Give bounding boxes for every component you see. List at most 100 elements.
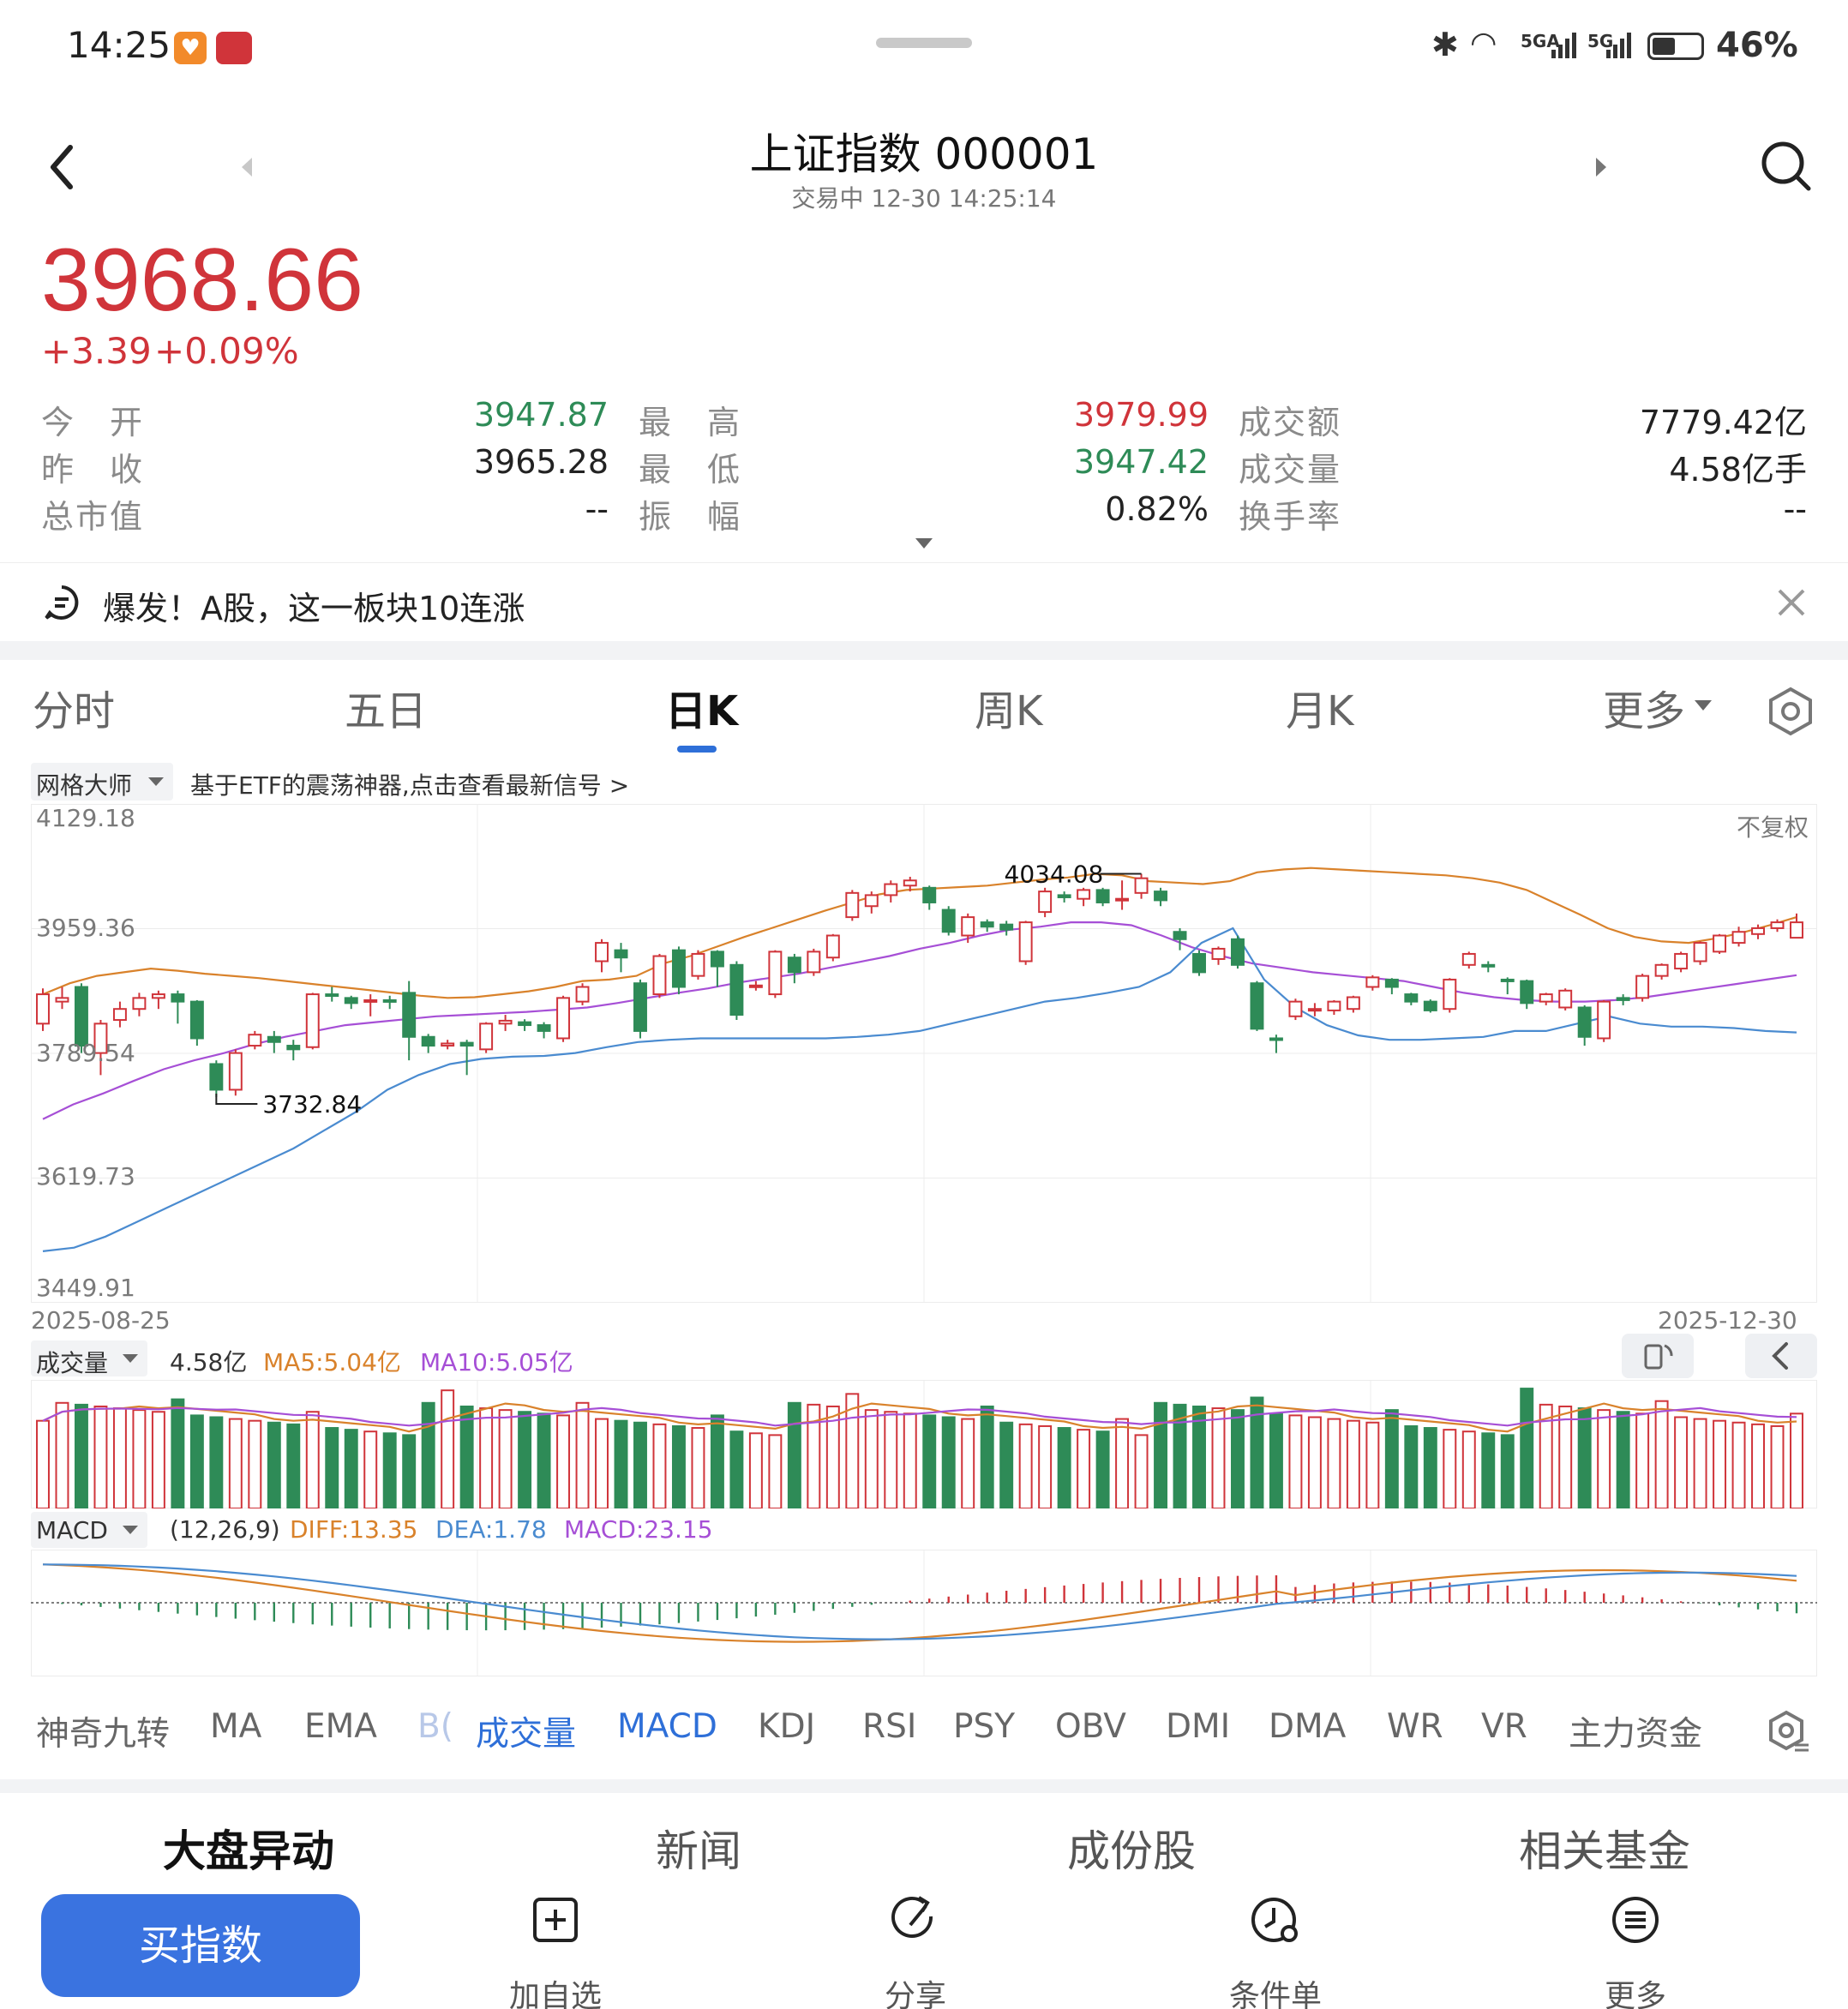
macd-chart[interactable]	[31, 1550, 1817, 1676]
indicator-rsi[interactable]: RSI	[862, 1707, 916, 1746]
tab-constituents[interactable]: 成份股	[1067, 1817, 1196, 1879]
macd-name: MACD	[36, 1516, 108, 1544]
indicator-main-capital[interactable]: 主力资金	[1569, 1707, 1702, 1755]
tab-weekly-k[interactable]: 周K	[975, 677, 1042, 746]
candle	[1173, 927, 1187, 951]
indicator-wr[interactable]: WR	[1387, 1707, 1443, 1746]
indicator-ema[interactable]: EMA	[304, 1707, 377, 1746]
volume-bar	[1693, 1418, 1707, 1508]
candle-body	[941, 909, 956, 933]
indicator-boll[interactable]: B(	[417, 1707, 453, 1746]
indicator-nine-turn[interactable]: 神奇九转	[36, 1707, 170, 1755]
candle-body	[671, 949, 686, 988]
tab-monthly-k[interactable]: 月K	[1286, 677, 1353, 746]
menu-circle-icon	[1612, 1897, 1659, 1943]
stat-label-low: 最 低	[639, 451, 742, 489]
candle-body	[1751, 927, 1766, 935]
date-start-label: 2025-08-25	[31, 1306, 171, 1334]
volume-bar	[941, 1416, 956, 1508]
rotate-chart-button[interactable]	[1622, 1334, 1694, 1378]
candle-body	[999, 923, 1014, 931]
candlestick-chart[interactable]: 4034.08 3732.84	[31, 804, 1817, 1303]
candle	[595, 939, 609, 973]
prev-index-button[interactable]	[238, 156, 255, 178]
search-button[interactable]	[1759, 139, 1814, 194]
condition-order-button[interactable]: 条件单	[1190, 1892, 1361, 2009]
candle-body	[1018, 921, 1033, 963]
volume-bar	[903, 1412, 917, 1508]
chart-settings-button[interactable]	[1767, 686, 1814, 737]
volume-bar	[787, 1401, 801, 1508]
indicator-dma[interactable]: DMA	[1269, 1707, 1346, 1746]
indicator-vr[interactable]: VR	[1481, 1707, 1527, 1746]
candle-body	[1539, 993, 1553, 1003]
volume-caret-icon	[122, 1353, 139, 1364]
tab-related-funds[interactable]: 相关基金	[1519, 1817, 1690, 1879]
section-divider	[0, 1779, 1848, 1793]
tab-news[interactable]: 新闻	[656, 1817, 741, 1879]
indicator-dmi[interactable]: DMI	[1166, 1707, 1230, 1746]
tab-daily-k[interactable]: 日K	[665, 677, 738, 746]
grid-tool-dropdown[interactable]: 网格大师	[31, 763, 173, 801]
expand-stats-button[interactable]	[914, 537, 934, 550]
volume-chart[interactable]	[31, 1380, 1817, 1508]
candle	[286, 1040, 301, 1061]
candle	[305, 993, 320, 1050]
volume-bar	[999, 1421, 1014, 1508]
volume-bar	[537, 1412, 551, 1508]
adjust-mode-label[interactable]: 不复权	[1737, 809, 1809, 843]
indicator-ma[interactable]: MA	[210, 1707, 261, 1746]
volume-bar	[402, 1434, 417, 1508]
candle-body	[1443, 978, 1457, 1010]
search-icon	[1761, 141, 1811, 191]
candle-body	[36, 993, 50, 1025]
indicator-psy[interactable]: PSY	[953, 1707, 1015, 1746]
tab-more[interactable]: 更多	[1603, 677, 1685, 746]
price-change: +3.39	[41, 330, 152, 372]
indicator-macd[interactable]: MACD	[617, 1707, 717, 1746]
add-watchlist-button[interactable]: 加自选	[470, 1892, 641, 2009]
share-button[interactable]: 分享	[830, 1892, 1001, 2009]
tab-market-moves[interactable]: 大盘异动	[163, 1817, 334, 1879]
candle-body	[652, 955, 667, 996]
buy-index-button[interactable]: 买指数	[41, 1894, 360, 1997]
candle	[1713, 933, 1727, 954]
candle	[1616, 994, 1630, 1005]
next-index-button[interactable]	[1593, 156, 1610, 178]
candle	[1018, 921, 1033, 965]
volume-bar	[93, 1405, 108, 1508]
candle-body	[55, 997, 69, 1003]
macd-dropdown[interactable]: MACD	[31, 1512, 147, 1548]
volume-bar	[151, 1411, 165, 1508]
tab-five-day[interactable]: 五日	[345, 677, 427, 746]
indicator-kdj[interactable]: KDJ	[758, 1707, 815, 1746]
close-banner-button[interactable]	[1774, 585, 1809, 620]
candle	[729, 961, 744, 1021]
candle-body	[787, 957, 801, 974]
candle	[112, 1001, 127, 1028]
volume-bar	[36, 1419, 50, 1508]
news-banner[interactable]: 爆发！A股，这一板块10连涨	[0, 562, 1848, 641]
grid-tool-promo[interactable]: 基于ETF的震荡神器,点击查看最新信号 >	[190, 767, 629, 801]
more-actions-button[interactable]: 更多	[1550, 1892, 1721, 2009]
candle	[1539, 993, 1553, 1005]
indicator-settings-button[interactable]	[1766, 1709, 1812, 1755]
tab-intraday[interactable]: 分时	[33, 677, 115, 746]
signal-icon-2	[1605, 29, 1635, 60]
volume-dropdown[interactable]: 成交量	[31, 1340, 147, 1377]
indicator-volume[interactable]: 成交量	[476, 1707, 576, 1755]
more-actions-label: 更多	[1604, 1979, 1666, 2009]
candle	[55, 987, 69, 1010]
stat-value-low: 3947.42	[1073, 443, 1209, 481]
back-button[interactable]	[41, 137, 84, 197]
news-banner-text: 爆发！A股，这一板块10连涨	[103, 590, 525, 627]
collapse-panel-button[interactable]	[1745, 1334, 1817, 1378]
candle-body	[1346, 996, 1360, 1010]
candle	[1558, 988, 1573, 1010]
volume-bar	[228, 1418, 243, 1508]
volume-bar	[1211, 1407, 1226, 1508]
status-time: 14:25	[67, 24, 171, 66]
stat-value-turnover: 7779.42亿	[1639, 404, 1807, 441]
indicator-obv[interactable]: OBV	[1055, 1707, 1126, 1746]
volume-bar	[1288, 1414, 1303, 1508]
